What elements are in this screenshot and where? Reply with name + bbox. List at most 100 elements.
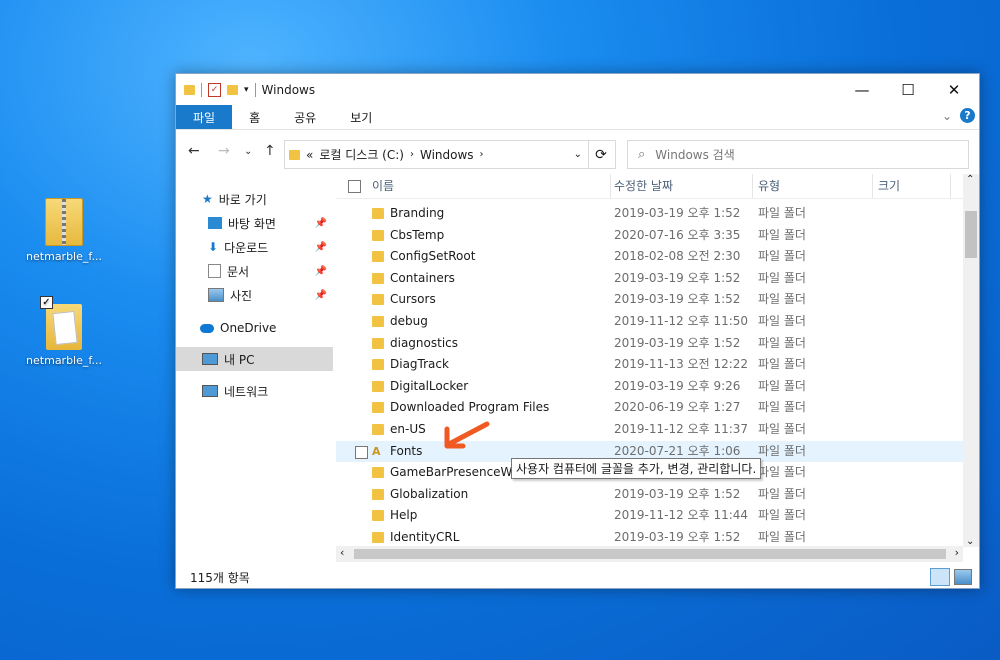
- pin-icon[interactable]: 📌: [315, 290, 327, 301]
- file-type: 파일 폴더: [758, 227, 806, 242]
- breadcrumb-chevron-icon[interactable]: ›: [410, 149, 414, 160]
- nav-this-pc[interactable]: 내 PC: [176, 347, 333, 371]
- download-icon: ⬇: [208, 240, 219, 254]
- table-row[interactable]: Help 2019-11-12 오후 11:44 파일 폴더: [336, 505, 963, 527]
- column-name[interactable]: 이름: [370, 174, 611, 198]
- nav-pictures[interactable]: 사진 📌: [176, 283, 333, 307]
- horizontal-scroll-thumb[interactable]: [354, 549, 946, 559]
- pin-icon[interactable]: 📌: [315, 218, 327, 229]
- tab-view[interactable]: 보기: [333, 105, 389, 129]
- table-row[interactable]: CbsTemp 2020-07-16 오후 3:35 파일 폴더: [336, 225, 963, 247]
- select-all-checkbox[interactable]: [348, 180, 361, 193]
- maximize-button[interactable]: ☐: [885, 74, 931, 105]
- table-row[interactable]: ConfigSetRoot 2018-02-08 오전 2:30 파일 폴더: [336, 246, 963, 268]
- folder-icon: [372, 337, 384, 349]
- file-name: IdentityCRL: [390, 529, 460, 544]
- file-type: 파일 폴더: [758, 292, 806, 307]
- file-type: 파일 폴더: [758, 486, 806, 501]
- scroll-right-icon[interactable]: ›: [955, 546, 959, 559]
- nav-network[interactable]: 네트워크: [176, 379, 333, 403]
- file-name: DiagTrack: [390, 357, 449, 372]
- document-icon: [208, 264, 221, 278]
- table-row[interactable]: IdentityCRL 2019-03-19 오후 1:52 파일 폴더: [336, 527, 963, 546]
- folder-icon: [372, 467, 384, 479]
- column-size[interactable]: 크기: [878, 174, 951, 198]
- table-row[interactable]: diagnostics 2019-03-19 오후 1:52 파일 폴더: [336, 333, 963, 355]
- customize-toolbar-icon[interactable]: ▾: [244, 85, 249, 95]
- selection-checkbox[interactable]: ✓: [40, 296, 53, 309]
- explorer-window: ✓ ▾ Windows — ☐ ✕ 파일 홈 공유 보기 ⌄ ? ← → ⌄ ↑…: [175, 73, 980, 589]
- folder-icon: [372, 402, 384, 414]
- file-date: 2020-06-19 오후 1:27: [614, 400, 741, 415]
- nav-desktop[interactable]: 바탕 화면 📌: [176, 211, 333, 235]
- table-row[interactable]: Branding 2019-03-19 오후 1:52 파일 폴더: [336, 203, 963, 225]
- breadcrumb-chevron-icon[interactable]: ›: [480, 149, 484, 160]
- breadcrumb-windows[interactable]: Windows: [420, 148, 474, 162]
- nav-downloads[interactable]: ⬇ 다운로드 📌: [176, 235, 333, 259]
- nav-onedrive[interactable]: OneDrive: [176, 316, 333, 340]
- file-date: 2018-02-08 오전 2:30: [614, 249, 741, 264]
- scroll-up-icon[interactable]: ⌃: [966, 174, 974, 185]
- computer-icon: [202, 353, 218, 365]
- address-overflow[interactable]: «: [306, 148, 313, 162]
- tab-home[interactable]: 홈: [232, 105, 277, 129]
- address-dropdown-icon[interactable]: ⌄: [574, 149, 582, 160]
- file-rows: Branding 2019-03-19 오후 1:52 파일 폴더 CbsTemp 20…: [336, 203, 963, 546]
- table-row[interactable]: DiagTrack 2019-11-13 오전 12:22 파일 폴더: [336, 354, 963, 376]
- table-row[interactable]: en-US 2019-11-12 오후 11:37 파일 폴더: [336, 419, 963, 441]
- vertical-scrollbar[interactable]: ⌃ ⌄: [963, 174, 979, 547]
- desktop-icon-label: netmarble_f...: [26, 354, 102, 367]
- pin-icon[interactable]: 📌: [315, 242, 327, 253]
- forward-arrow-icon[interactable]: →: [218, 143, 230, 159]
- help-icon[interactable]: ?: [960, 108, 975, 123]
- details-view-icon[interactable]: [930, 568, 950, 586]
- nav-documents[interactable]: 문서 📌: [176, 259, 333, 283]
- cloud-icon: [200, 323, 214, 333]
- search-box[interactable]: ⌕ Windows 검색: [627, 140, 969, 169]
- title-bar: ✓ ▾ Windows — ☐ ✕: [176, 74, 979, 105]
- tooltip: 사용자 컴퓨터에 글꼴을 추가, 변경, 관리합니다.: [511, 458, 762, 479]
- new-folder-icon[interactable]: [227, 84, 238, 95]
- file-type: 파일 폴더: [758, 529, 806, 544]
- minimize-button[interactable]: —: [839, 74, 885, 105]
- column-date[interactable]: 수정한 날짜: [614, 174, 753, 198]
- scroll-down-icon[interactable]: ⌄: [966, 536, 974, 547]
- desktop-icon-folder[interactable]: ✓ netmarble_f...: [22, 296, 106, 367]
- desktop-icon-zip[interactable]: netmarble_f...: [22, 198, 106, 263]
- folder-icon: [372, 510, 384, 522]
- search-icon: ⌕: [638, 147, 646, 162]
- large-icons-view-icon[interactable]: [954, 569, 972, 585]
- file-type: 파일 폴더: [758, 335, 806, 350]
- table-row[interactable]: Cursors 2019-03-19 오후 1:52 파일 폴더: [336, 289, 963, 311]
- up-arrow-icon[interactable]: ↑: [264, 143, 276, 159]
- column-type[interactable]: 유형: [758, 174, 873, 198]
- file-name: Downloaded Program Files: [390, 400, 550, 415]
- nav-quick-access[interactable]: ★ 바로 가기: [176, 187, 333, 211]
- close-button[interactable]: ✕: [931, 74, 977, 105]
- horizontal-scrollbar[interactable]: ‹ ›: [336, 546, 963, 562]
- file-type: 파일 폴더: [758, 443, 806, 458]
- table-row[interactable]: DigitalLocker 2019-03-19 오후 9:26 파일 폴더: [336, 376, 963, 398]
- refresh-button[interactable]: ⟳: [587, 140, 616, 169]
- file-name: ConfigSetRoot: [390, 249, 476, 264]
- table-row[interactable]: Containers 2019-03-19 오후 1:52 파일 폴더: [336, 268, 963, 290]
- recent-locations-icon[interactable]: ⌄: [244, 146, 252, 157]
- table-row[interactable]: Globalization 2019-03-19 오후 1:52 파일 폴더: [336, 484, 963, 506]
- table-row[interactable]: debug 2019-11-12 오후 11:50 파일 폴더: [336, 311, 963, 333]
- zip-folder-icon: [45, 198, 83, 246]
- vertical-scroll-thumb[interactable]: [965, 211, 977, 258]
- tab-file[interactable]: 파일: [176, 105, 233, 129]
- tab-share[interactable]: 공유: [277, 105, 333, 129]
- breadcrumb-local-disk[interactable]: 로컬 디스크 (C:): [319, 146, 404, 163]
- file-date: 2020-07-16 오후 3:35: [614, 227, 741, 242]
- scroll-left-icon[interactable]: ‹: [340, 546, 344, 559]
- back-arrow-icon[interactable]: ←: [188, 143, 200, 159]
- expand-ribbon-icon[interactable]: ⌄: [942, 109, 952, 123]
- pin-icon[interactable]: 📌: [315, 266, 327, 277]
- ribbon-tabs: 파일 홈 공유 보기 ⌄ ?: [176, 105, 979, 129]
- properties-icon[interactable]: ✓: [208, 82, 221, 97]
- file-name: Cursors: [390, 292, 436, 307]
- row-checkbox[interactable]: [355, 445, 368, 459]
- address-bar[interactable]: « 로컬 디스크 (C:) › Windows › ⌄: [284, 140, 589, 169]
- table-row[interactable]: Downloaded Program Files 2020-06-19 오후 1:…: [336, 397, 963, 419]
